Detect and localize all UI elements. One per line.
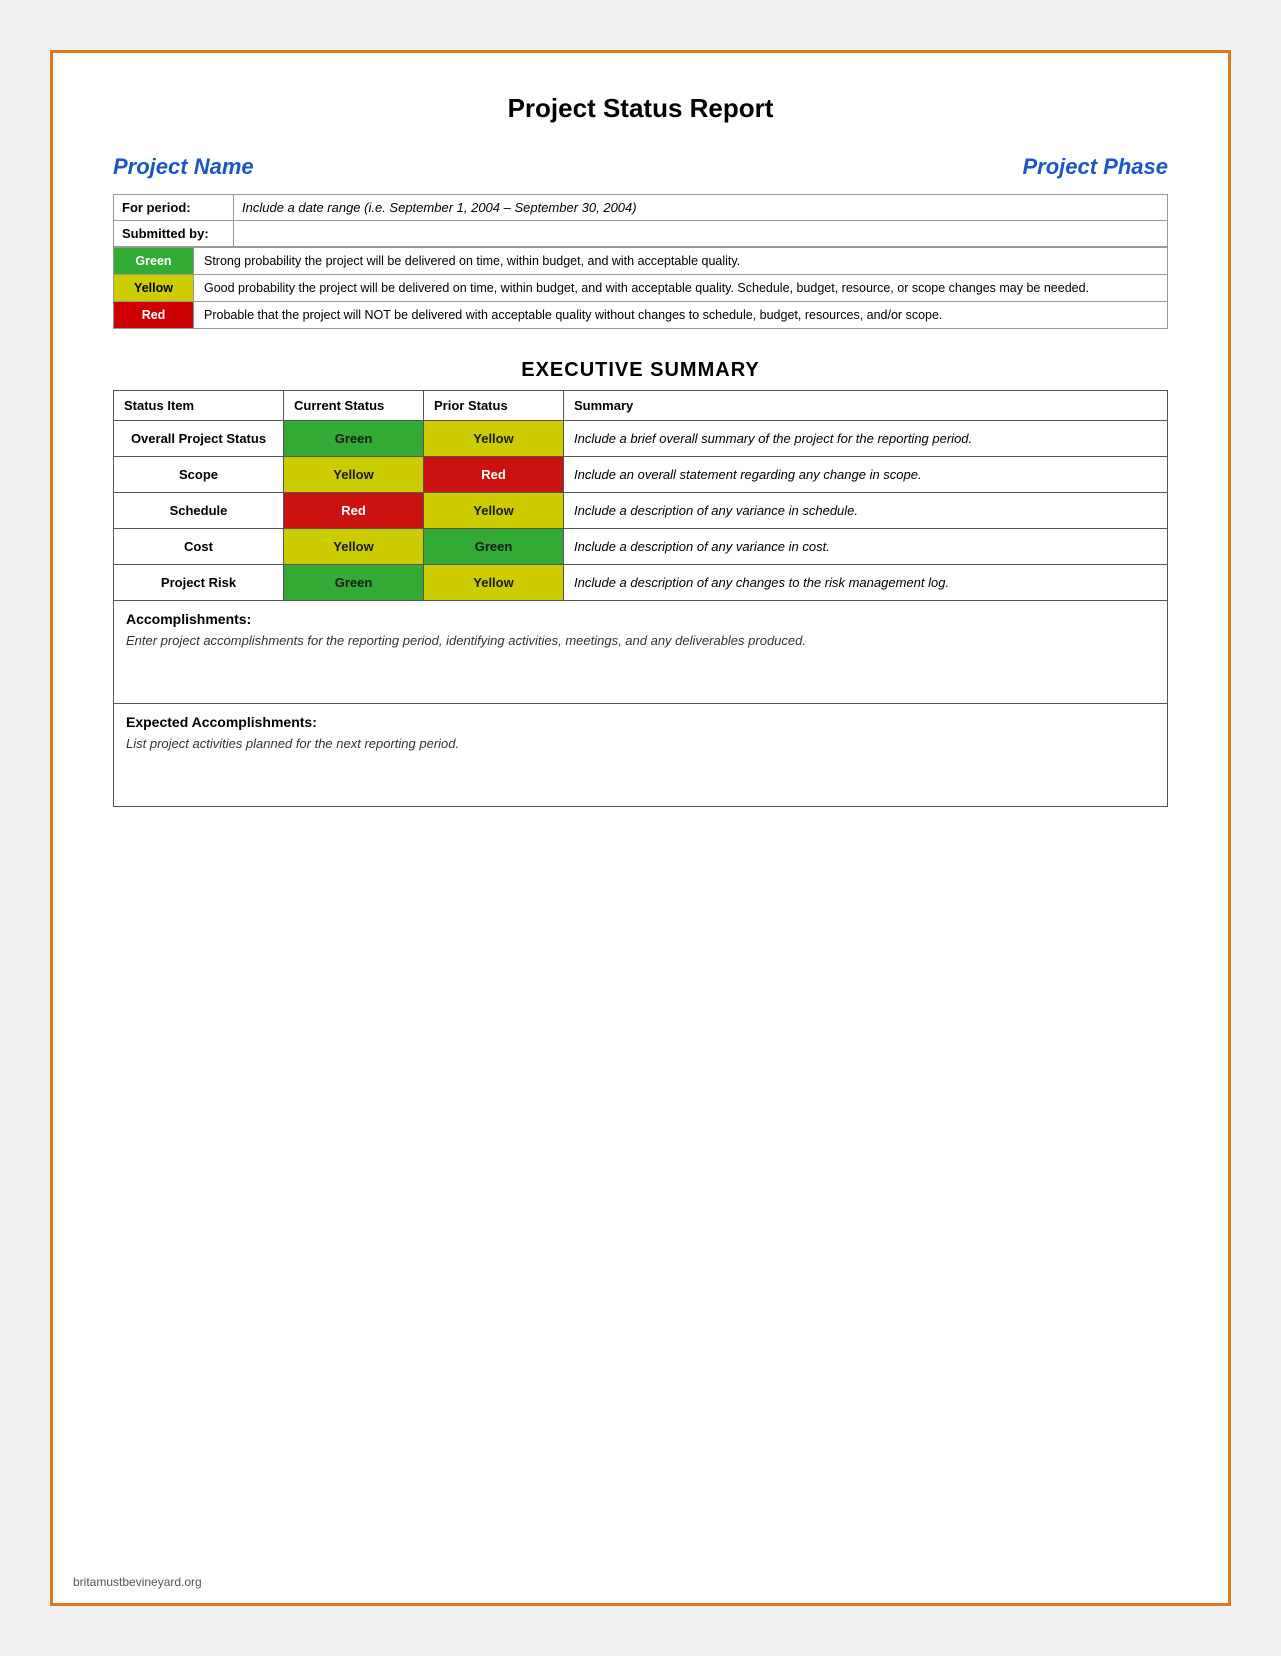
accomplishments-text: Enter project accomplishments for the re…	[126, 633, 1155, 693]
current-status-cost: Yellow	[284, 529, 424, 565]
col-prior-status: Prior Status	[424, 391, 564, 421]
legend-color-green: Green	[114, 248, 194, 275]
summary-scope: Include an overall statement regarding a…	[564, 457, 1168, 493]
expected-accomplishments-section: Expected Accomplishments: List project a…	[113, 704, 1168, 807]
legend-description-green: Strong probability the project will be d…	[194, 248, 1168, 275]
submitted-by-value	[234, 221, 1168, 247]
prior-status-schedule: Yellow	[424, 493, 564, 529]
legend-color-red: Red	[114, 302, 194, 329]
expected-accomplishments-text: List project activities planned for the …	[126, 736, 1155, 796]
summary-project-risk: Include a description of any changes to …	[564, 565, 1168, 601]
legend-color-yellow: Yellow	[114, 275, 194, 302]
prior-status-cost: Green	[424, 529, 564, 565]
current-status-schedule: Red	[284, 493, 424, 529]
accomplishments-section: Accomplishments: Enter project accomplis…	[113, 601, 1168, 704]
col-current-status: Current Status	[284, 391, 424, 421]
summary-overall-project-status: Include a brief overall summary of the p…	[564, 421, 1168, 457]
status-item-schedule: Schedule	[114, 493, 284, 529]
project-header: Project Name Project Phase	[113, 154, 1168, 180]
executive-summary-title: EXECUTIVE SUMMARY	[113, 359, 1168, 382]
executive-summary-table: Status Item Current Status Prior Status …	[113, 390, 1168, 601]
legend-description-yellow: Good probability the project will be del…	[194, 275, 1168, 302]
info-table: For period: Include a date range (i.e. S…	[113, 194, 1168, 247]
page-title: Project Status Report	[113, 93, 1168, 124]
for-period-value: Include a date range (i.e. September 1, …	[234, 195, 1168, 221]
summary-cost: Include a description of any variance in…	[564, 529, 1168, 565]
current-status-overall-project-status: Green	[284, 421, 424, 457]
page: Project Status Report Project Name Proje…	[50, 50, 1231, 1606]
prior-status-overall-project-status: Yellow	[424, 421, 564, 457]
col-summary: Summary	[564, 391, 1168, 421]
project-phase-label: Project Phase	[1022, 154, 1168, 180]
expected-accomplishments-title: Expected Accomplishments:	[126, 714, 1155, 730]
for-period-label: For period:	[114, 195, 234, 221]
current-status-scope: Yellow	[284, 457, 424, 493]
current-status-project-risk: Green	[284, 565, 424, 601]
prior-status-project-risk: Yellow	[424, 565, 564, 601]
footer-text: britamustbevineyard.org	[73, 1575, 202, 1589]
status-item-cost: Cost	[114, 529, 284, 565]
status-item-scope: Scope	[114, 457, 284, 493]
prior-status-scope: Red	[424, 457, 564, 493]
status-item-project-risk: Project Risk	[114, 565, 284, 601]
legend-table: GreenStrong probability the project will…	[113, 247, 1168, 329]
col-status-item: Status Item	[114, 391, 284, 421]
summary-schedule: Include a description of any variance in…	[564, 493, 1168, 529]
submitted-by-label: Submitted by:	[114, 221, 234, 247]
legend-description-red: Probable that the project will NOT be de…	[194, 302, 1168, 329]
status-item-overall-project-status: Overall Project Status	[114, 421, 284, 457]
accomplishments-title: Accomplishments:	[126, 611, 1155, 627]
project-name-label: Project Name	[113, 154, 254, 180]
